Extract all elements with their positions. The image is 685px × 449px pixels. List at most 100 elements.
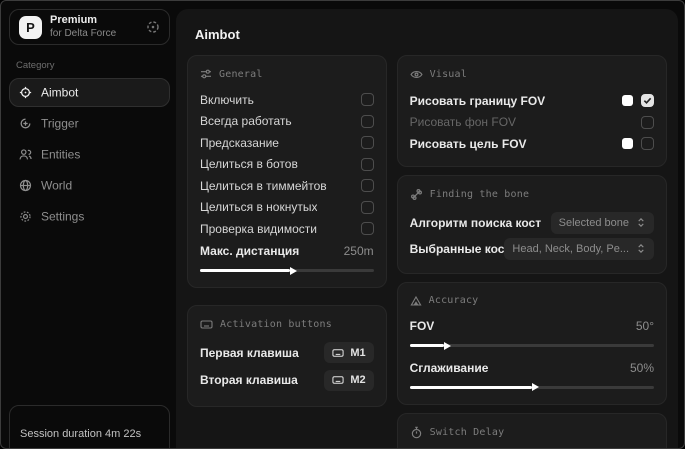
toggle-label: Включить	[200, 92, 254, 107]
visual-row: Рисовать границу FOV	[410, 90, 654, 112]
toggle-label: Целиться в тиммейтов	[200, 178, 327, 193]
checkbox[interactable]	[641, 137, 654, 151]
fov-label: FOV	[409, 319, 435, 334]
keybind-button-m2[interactable]: M2	[324, 369, 374, 391]
checkbox[interactable]	[360, 114, 374, 128]
toggle-label: Предсказание	[200, 135, 279, 150]
toggle-row: Предсказание	[200, 132, 374, 154]
users-icon	[19, 148, 32, 161]
toggle-label: Целиться в нокнутых	[200, 200, 318, 215]
session-duration-box: Session duration 4m 22s	[9, 405, 170, 448]
stopwatch-icon	[410, 426, 423, 439]
main-panel: Aimbot General Включить Всегда работать …	[176, 9, 678, 448]
keyboard-icon	[200, 318, 213, 331]
sidebar-item-aimbot[interactable]: Aimbot	[9, 78, 170, 107]
keybind-button-m1[interactable]: M1	[324, 342, 374, 363]
eye-icon	[410, 68, 423, 81]
sidebar-item-settings[interactable]: Settings	[9, 202, 170, 231]
sidebar: P Premium for Delta Force Category Aimbo…	[9, 9, 170, 448]
checkbox[interactable]	[360, 179, 374, 193]
session-duration-value: 4m 22s	[105, 428, 142, 440]
sidebar-item-label: Aimbot	[41, 85, 79, 99]
sync-icon[interactable]	[146, 20, 160, 34]
keybind-value: M1	[350, 346, 366, 359]
card-title-label: Finding the bone	[429, 188, 530, 200]
card-title-label: Activation buttons	[220, 319, 332, 330]
checkbox[interactable]	[360, 157, 374, 171]
toggle-label: Целиться в ботов	[200, 157, 298, 172]
app-window: P Premium for Delta Force Category Aimbo…	[0, 0, 685, 449]
sidebar-item-trigger[interactable]: Trigger	[9, 109, 170, 138]
toggle-label: Всегда работать	[200, 114, 292, 129]
checkbox[interactable]	[360, 93, 374, 107]
toggle-row: Проверка видимости	[200, 218, 374, 240]
toggle-row: Целиться в тиммейтов	[200, 175, 374, 197]
fov-border-color-swatch[interactable]	[622, 95, 633, 107]
chevron-up-down-icon	[636, 243, 646, 254]
keybind-label: Первая клавиша	[200, 345, 299, 360]
fov-value: 50°	[635, 319, 654, 334]
sidebar-item-world[interactable]: World	[9, 171, 170, 200]
bone-icon	[410, 188, 423, 201]
checkbox[interactable]	[641, 115, 654, 129]
smoothing-value: 50%	[629, 360, 654, 375]
sliders-icon	[200, 68, 212, 80]
fov-target-color-swatch[interactable]	[622, 138, 633, 150]
bone-algorithm-select[interactable]: Selected bone	[550, 211, 654, 234]
chevron-up-down-icon	[636, 217, 646, 228]
globe-icon	[19, 179, 32, 192]
selected-bones-label: Выбранные кос	[409, 241, 505, 256]
sidebar-item-label: Settings	[41, 209, 85, 223]
toggle-row: Целиться в ботов	[200, 154, 374, 176]
toggle-row: Целиться в нокнутых	[200, 197, 374, 219]
card-title-label: Visual	[429, 69, 467, 80]
card-title-label: Switch Delay	[429, 426, 505, 438]
smoothing-label: Сглаживание	[409, 360, 489, 375]
checkbox[interactable]	[360, 222, 374, 236]
slider-value: 250m	[343, 244, 374, 259]
checkbox[interactable]	[360, 136, 374, 150]
fov-slider[interactable]	[409, 340, 654, 351]
page-title: Aimbot	[195, 27, 240, 42]
visual-label: Рисовать цель FOV	[409, 136, 527, 151]
activation-buttons-card: Activation buttons Первая клавиша M1 Вто…	[187, 305, 387, 407]
premium-card: P Premium for Delta Force	[9, 9, 170, 45]
visual-label: Рисовать границу FOV	[409, 93, 546, 108]
premium-subtitle: for Delta Force	[50, 27, 117, 39]
app-logo: P	[19, 15, 42, 39]
switch-delay-card: Switch Delay Задержка переключения Задер…	[396, 412, 667, 448]
keyboard-icon	[332, 347, 344, 359]
slider-header-row: Сглаживание 50%	[410, 357, 654, 379]
triangle-icon	[410, 295, 422, 307]
bone-row: Выбранные кос Head, Neck, Body, Pe...	[410, 236, 654, 262]
category-label: Category	[16, 60, 55, 71]
visual-row: Рисовать цель FOV	[410, 133, 654, 155]
finding-bone-card: Finding the bone Алгоритм поиска кост Se…	[396, 174, 667, 274]
checkbox[interactable]	[641, 94, 654, 108]
slider-header-row: Макс. дистанция 250m	[200, 241, 374, 263]
keybind-row: Первая клавиша M1	[200, 340, 374, 365]
sidebar-item-label: Entities	[41, 147, 81, 161]
smoothing-slider[interactable]	[409, 382, 654, 393]
visual-label: Рисовать фон FOV	[409, 115, 517, 130]
sidebar-item-label: World	[41, 178, 73, 192]
gear-icon	[19, 210, 32, 223]
max-distance-slider[interactable]	[200, 265, 374, 276]
visual-row: Рисовать фон FOV	[410, 112, 654, 134]
slider-label: Макс. дистанция	[200, 244, 300, 259]
keybind-label: Вторая клавиша	[200, 373, 298, 387]
accuracy-card: Accuracy FOV 50° Сглаживание 50%	[396, 281, 667, 405]
keybind-row: Вторая клавиша M2	[200, 368, 374, 393]
keyboard-icon	[332, 374, 344, 386]
select-value: Selected bone	[558, 216, 629, 229]
bone-algorithm-label: Алгоритм поиска кост	[409, 215, 542, 230]
selected-bones-select[interactable]: Head, Neck, Body, Pe...	[504, 237, 654, 260]
checkbox[interactable]	[360, 200, 374, 214]
visual-card: Visual Рисовать границу FOV Рисовать фон…	[396, 55, 667, 167]
general-card: General Включить Всегда работать Предска…	[187, 55, 387, 288]
toggle-row: Включить	[200, 89, 374, 111]
crosshair-icon	[19, 86, 32, 99]
bone-row: Алгоритм поиска кост Selected bone	[410, 210, 654, 236]
trigger-icon	[19, 117, 32, 130]
sidebar-item-entities[interactable]: Entities	[9, 140, 170, 169]
